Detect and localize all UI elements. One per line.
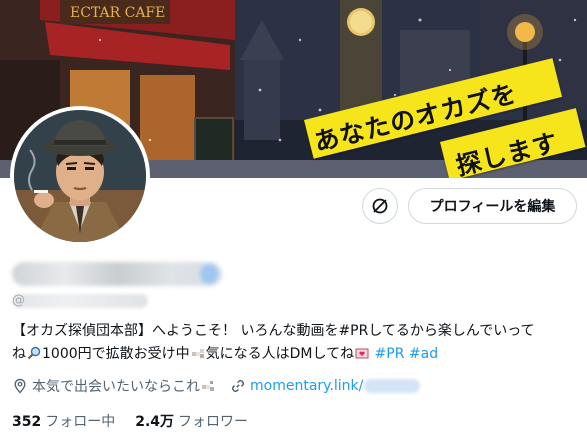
following-stat[interactable]: 352 フォロー中 [12,411,115,431]
magnifier-emoji-icon [27,346,41,360]
circle-slash-icon [372,198,388,214]
website-link[interactable]: momentary.link/ [250,378,363,394]
avatar-image [14,110,146,242]
love-letter-emoji-icon [355,348,369,359]
link-icon [231,379,245,393]
bio-line-2: ね 1000円で拡散お受け中 気になる人はDMしてね #PR #ad [12,343,578,366]
following-label: フォロー中 [45,414,116,430]
website-link-blurred [364,379,421,393]
followers-label: フォロワー [178,414,249,430]
handle-at-symbol: @ [12,293,25,308]
location-item: 本気で出会いたいならこれ [12,376,216,396]
banner-caption: あなたのオカズを 探します [304,58,586,178]
profile-page: ECTAR CAFE あなたのオカズを 探します プロフィールを編集 @ 【オカ… [0,0,587,437]
display-name [12,262,222,286]
following-count: 352 [12,414,42,430]
website-item[interactable]: momentary.link/ [230,378,421,394]
hashtag-ad[interactable]: #ad [409,346,438,362]
pixelated-emoji-icon [202,381,214,391]
avatar[interactable] [10,106,150,246]
followers-stat[interactable]: 2.4万 フォロワー [135,411,248,431]
profile-bio: 【オカズ探偵団本部】へようこそ！ いろんな動画を#PRしてるから楽しんでいって … [12,320,578,366]
verified-badge-blurred [200,264,218,284]
bio-line-1: 【オカズ探偵団本部】へようこそ！ いろんな動画を#PRしてるから楽しんでいって [12,323,535,339]
hashtag-pr[interactable]: #PR [375,346,405,362]
bio-text-a: ね [12,346,26,362]
bio-text-b: 1000円で拡散お受け中 [42,346,190,362]
location-pin-icon [14,378,26,394]
location-text: 本気で出会いたいならこれ [32,379,200,395]
avatar-illustration [14,110,146,242]
svg-text:ECTAR CAFE: ECTAR CAFE [70,5,165,21]
bio-text-c: 気になる人はDMしてね [205,346,355,362]
followers-count: 2.4万 [135,414,175,430]
username-handle [12,294,148,308]
analytics-button[interactable] [362,188,398,224]
profile-meta: 本気で出会いたいならこれ momentary.link/ [12,376,421,396]
follow-stats: 352 フォロー中 2.4万 フォロワー [12,411,268,431]
edit-profile-button[interactable]: プロフィールを編集 [408,188,577,224]
pixelated-emoji-icon [191,349,204,358]
